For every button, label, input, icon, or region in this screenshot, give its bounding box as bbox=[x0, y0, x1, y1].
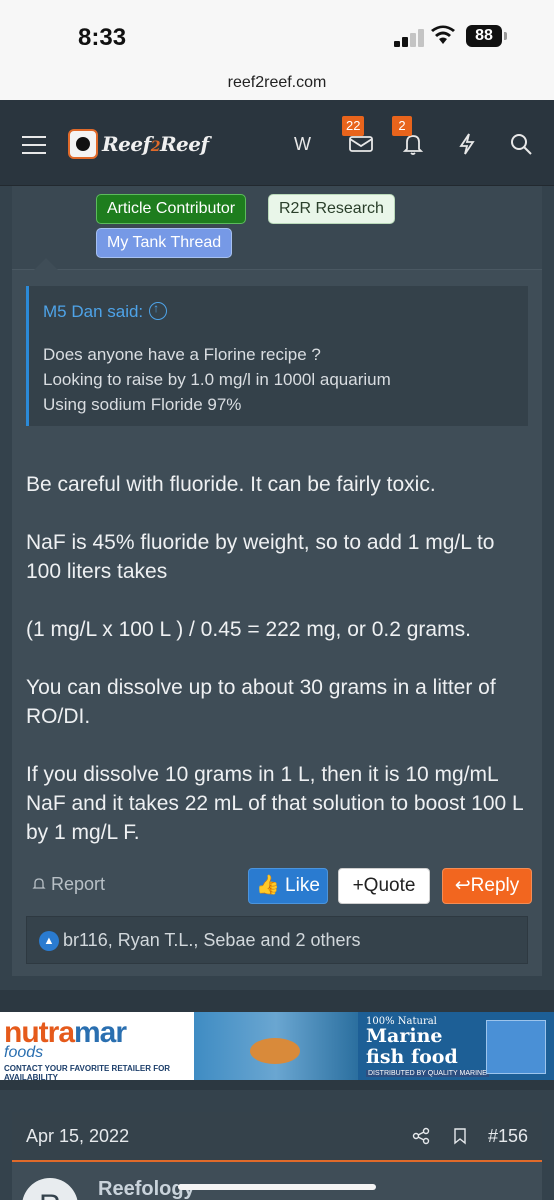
reply-arrow-icon: ↩ bbox=[454, 875, 471, 896]
cellular-signal-icon bbox=[394, 27, 426, 47]
alerts-count-badge: 2 bbox=[392, 116, 412, 136]
ad-tagline-big: Marine fish food bbox=[366, 1025, 458, 1068]
logo-text: Reef2Reef bbox=[102, 132, 209, 156]
ad-distributor: DISTRIBUTED BY QUALITY MARINE bbox=[366, 1070, 489, 1077]
post-paragraph: You can dissolve up to about 30 grams in… bbox=[26, 676, 496, 728]
quote-button[interactable]: +Quote bbox=[338, 868, 430, 904]
fish-image bbox=[250, 1038, 300, 1064]
user-badge-article-contributor[interactable]: Article Contributor bbox=[96, 194, 247, 224]
post-body: M5 Dan said: Does anyone have a Florine … bbox=[12, 270, 542, 976]
advertisement-banner[interactable]: nutramar foods CONTACT YOUR FAVORITE RET… bbox=[0, 1012, 554, 1080]
plus-icon: + bbox=[352, 875, 364, 896]
ad-cta: CONTACT YOUR FAVORITE RETAILER FOR AVAIL… bbox=[4, 1064, 171, 1080]
post-header: Apr 15, 2022 #156 bbox=[12, 1112, 542, 1162]
site-header: Reef2Reef W 22 2 bbox=[0, 100, 554, 186]
post-paragraph: NaF is 45% fluoride by weight, so to add… bbox=[26, 531, 495, 583]
menu-icon[interactable] bbox=[22, 136, 46, 154]
account-initial[interactable]: W bbox=[294, 134, 311, 155]
ad-tagline-panel: 100% Natural Marine fish food DISTRIBUTE… bbox=[358, 1012, 554, 1080]
quote-author-link[interactable]: M5 Dan said: bbox=[43, 301, 168, 322]
like-reaction-icon: ▲ bbox=[39, 931, 59, 951]
post-number[interactable]: #156 bbox=[488, 1126, 528, 1146]
bell-icon bbox=[32, 878, 46, 889]
quote-block: M5 Dan said: Does anyone have a Florine … bbox=[26, 286, 528, 426]
user-badge-my-tank-thread[interactable]: My Tank Thread bbox=[96, 228, 233, 258]
bookmark-icon[interactable] bbox=[453, 1127, 467, 1145]
address-bar[interactable]: reef2reef.com bbox=[0, 74, 554, 92]
post-paragraph: If you dissolve 10 grams in 1 L, then it… bbox=[26, 763, 523, 844]
status-bar: 8:33 88 reef2reef.com bbox=[0, 0, 554, 100]
ad-brand-sub: foods bbox=[4, 1044, 44, 1061]
inbox-count-badge: 22 bbox=[342, 116, 365, 136]
post-actions: #156 bbox=[412, 1126, 528, 1147]
post-paragraph: Be careful with fluoride. It can be fair… bbox=[26, 473, 436, 496]
product-package-image bbox=[486, 1020, 546, 1074]
report-link[interactable]: Report bbox=[32, 874, 105, 895]
home-indicator bbox=[178, 1184, 376, 1190]
like-button[interactable]: 👍 Like bbox=[248, 868, 328, 904]
previous-post-footer: Article Contributor R2R Research My Tank… bbox=[12, 186, 542, 270]
quote-text: Does anyone have a Florine recipe ? Look… bbox=[43, 345, 391, 414]
alerts-button[interactable]: 2 bbox=[392, 116, 426, 156]
site-logo[interactable]: Reef2Reef bbox=[68, 128, 209, 160]
reply-button[interactable]: ↩Reply bbox=[442, 868, 532, 904]
avatar[interactable]: R bbox=[22, 1178, 78, 1200]
whats-new-bolt-icon[interactable] bbox=[454, 132, 480, 156]
user-badge-r2r-research[interactable]: R2R Research bbox=[268, 194, 395, 224]
post-paragraph: (1 mg/L x 100 L ) / 0.45 = 222 mg, or 0.… bbox=[26, 618, 471, 641]
reactions-summary[interactable]: ▲ br116, Ryan T.L., Sebae and 2 others bbox=[26, 916, 528, 964]
thumbs-up-icon: 👍 bbox=[256, 875, 280, 896]
post-date[interactable]: Apr 15, 2022 bbox=[26, 1126, 129, 1147]
status-time: 8:33 bbox=[78, 24, 127, 51]
search-icon[interactable] bbox=[508, 132, 534, 156]
battery-indicator: 88 bbox=[466, 25, 507, 47]
wifi-icon bbox=[431, 25, 455, 44]
post-pointer-arrow bbox=[34, 258, 58, 270]
logo-badge bbox=[68, 129, 98, 159]
jump-to-quote-icon[interactable] bbox=[149, 301, 168, 320]
post-message: Be careful with fluoride. It can be fair… bbox=[26, 470, 532, 876]
inbox-button[interactable]: 22 bbox=[342, 116, 374, 156]
ad-brand-panel: nutramar foods CONTACT YOUR FAVORITE RET… bbox=[0, 1012, 194, 1080]
share-icon[interactable] bbox=[412, 1127, 430, 1145]
